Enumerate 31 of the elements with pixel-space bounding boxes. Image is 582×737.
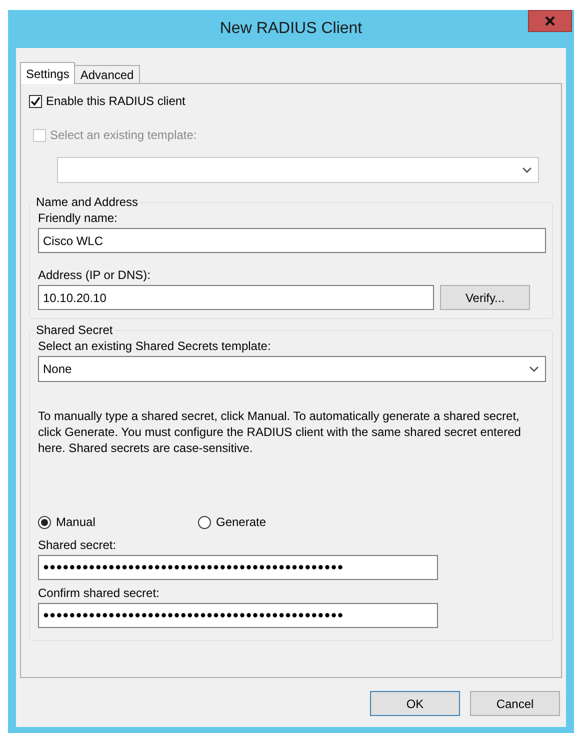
radio-button[interactable] bbox=[198, 516, 211, 528]
radio-label: Generate bbox=[216, 515, 266, 529]
close-icon bbox=[545, 16, 555, 26]
group-title: Name and Address bbox=[35, 195, 140, 209]
chevron-down-icon bbox=[529, 366, 539, 372]
checkbox-label: Enable this RADIUS client bbox=[46, 94, 186, 108]
radio-label: Manual bbox=[56, 515, 96, 529]
input-field[interactable]: 10.10.20.10 bbox=[38, 285, 434, 310]
field-label: Friendly name: bbox=[38, 211, 118, 225]
cancel-button[interactable]: Cancel bbox=[470, 691, 560, 716]
checkbox-label: Select an existing template: bbox=[50, 128, 197, 142]
close-button[interactable] bbox=[528, 10, 572, 32]
chevron-down-icon bbox=[522, 167, 532, 173]
description-text: To manually type a shared secret, click Manual. To automatically generate a shared secret, click Generate. You must configure the RADIUS client with the same shared secret entered here. Shared secrets are case-sensitive. bbox=[38, 408, 522, 456]
ok-button[interactable]: OK bbox=[370, 691, 460, 716]
field-label: Select an existing Shared Secrets template: bbox=[38, 339, 272, 353]
checkbox[interactable] bbox=[29, 94, 42, 108]
radio-button[interactable] bbox=[38, 516, 51, 528]
tab[interactable]: Settings bbox=[20, 62, 76, 84]
password-field[interactable]: ●●●●●●●●●●●●●●●●●●●●●●●●●●●●●●●●●●●●●●●●●●●●●● bbox=[38, 555, 438, 580]
input-field[interactable]: Cisco WLC bbox=[38, 228, 546, 253]
field-label: Confirm shared secret: bbox=[38, 586, 160, 600]
field-label: Shared secret: bbox=[38, 538, 118, 552]
group-title: Shared Secret bbox=[35, 323, 114, 337]
field-label: Address (IP or DNS): bbox=[38, 268, 152, 282]
checkmark-icon bbox=[30, 96, 41, 106]
window-title: New RADIUS Client bbox=[220, 20, 362, 38]
password-field[interactable]: ●●●●●●●●●●●●●●●●●●●●●●●●●●●●●●●●●●●●●●●●●●●●●● bbox=[38, 603, 438, 628]
secrets-template-dropdown[interactable]: None bbox=[38, 356, 546, 382]
tab[interactable]: Advanced bbox=[74, 65, 140, 84]
verify-button[interactable]: Verify... bbox=[440, 285, 530, 310]
